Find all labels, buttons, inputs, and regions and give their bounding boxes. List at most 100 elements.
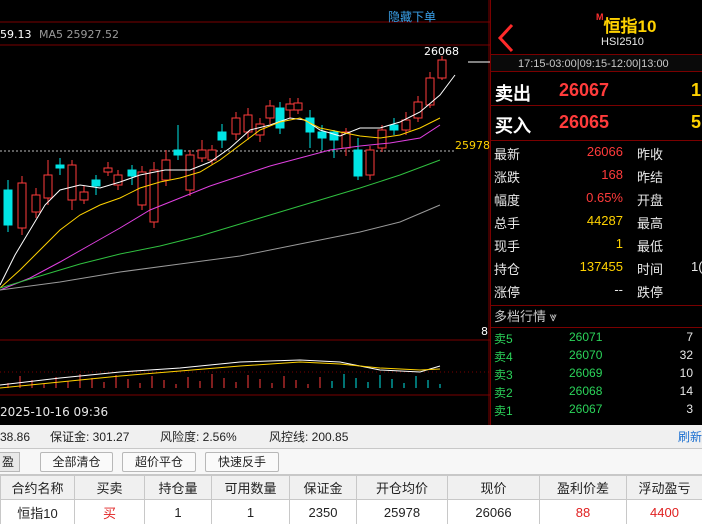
column-header[interactable]: 现价 xyxy=(447,475,540,500)
column-header[interactable]: 合约名称 xyxy=(0,475,75,500)
ask-price: 26067 xyxy=(559,80,610,100)
depth-row[interactable]: 卖1 26067 3 xyxy=(491,400,702,418)
bid-label: 买入 xyxy=(495,116,531,136)
quote-stat-row: 最新 26066 昨收 xyxy=(491,141,702,164)
ma-line-yellow xyxy=(0,117,441,289)
up-candle xyxy=(413,101,423,119)
position-row[interactable]: 恒指10 买 1 1 2350 25978 26066 88 4400 xyxy=(0,499,702,524)
stat-label-2: 开盘 xyxy=(637,193,664,208)
depth-row[interactable]: 卖5 26071 7 xyxy=(491,328,702,346)
depth-price: 26067 xyxy=(569,402,603,416)
position-cell: 4400 xyxy=(626,499,702,524)
over-price-close-button[interactable]: 超价平仓 xyxy=(122,452,196,472)
column-header[interactable]: 买卖 xyxy=(74,475,145,500)
depth-row[interactable]: 卖2 26068 14 xyxy=(491,382,702,400)
contract-title: M恒指10 xyxy=(596,12,656,37)
up-candle xyxy=(43,174,53,199)
up-candle xyxy=(185,154,195,191)
refresh-link[interactable]: 刷新 xyxy=(678,425,702,449)
position-cell: 1 xyxy=(211,499,290,524)
stat-label-2: 昨收 xyxy=(637,147,664,162)
bid-row[interactable]: 买入 26065 5 xyxy=(491,108,702,138)
down-candle xyxy=(173,149,183,156)
column-header[interactable]: 持仓量 xyxy=(144,475,212,500)
column-header[interactable]: 保证金 xyxy=(289,475,357,500)
column-header[interactable]: 开仓均价 xyxy=(356,475,448,500)
back-chevron-icon[interactable] xyxy=(495,22,517,54)
stat-label: 总手 xyxy=(494,216,521,231)
bid-volume: 5 xyxy=(691,112,702,132)
up-candle xyxy=(231,117,241,135)
market-depth-toggle[interactable]: 多档行情 ⩔ xyxy=(491,305,702,327)
depth-level: 卖1 xyxy=(494,404,513,418)
risk-control-line: 风控线: 200.85 xyxy=(269,430,349,444)
down-candle xyxy=(353,149,363,177)
column-header[interactable]: 浮动盈亏 xyxy=(626,475,702,500)
tab-positions[interactable]: 盈 xyxy=(0,452,20,472)
main-contract-mark: M xyxy=(596,12,604,22)
stat-label: 持仓 xyxy=(494,262,521,277)
quick-reverse-button[interactable]: 快速反手 xyxy=(205,452,279,472)
margin-summary: 保证金: 301.27 xyxy=(50,430,130,444)
stat-value-2: 1( xyxy=(691,259,702,274)
stat-label-2: 最低 xyxy=(637,239,664,254)
down-candle xyxy=(275,107,285,129)
chart-canvas: 25978260688 xyxy=(0,0,490,425)
account-positions-panel: 38.86 保证金: 301.27 风险度: 2.56% 风控线: 200.85… xyxy=(0,425,702,524)
quote-stats: 最新 26066 昨收 涨跌 168 昨结 幅度 0.65% 开盘 总手 44287 最高 现手 1 最低持… xyxy=(491,140,702,302)
ask-volume: 1 xyxy=(691,80,702,100)
stat-value: 0.65% xyxy=(586,190,623,205)
stat-label: 最新 xyxy=(494,147,521,162)
position-toolbar: 盈 全部清仓 超价平仓 快速反手 xyxy=(0,449,702,475)
up-candle xyxy=(31,194,41,213)
quote-panel: M恒指10 HSI2510 17:15-03:00|09:15-12:00|13… xyxy=(490,0,702,425)
up-candle xyxy=(197,149,207,159)
column-header[interactable]: 可用数量 xyxy=(211,475,290,500)
stat-label: 涨停 xyxy=(494,285,521,300)
up-candle xyxy=(365,149,375,176)
close-all-button[interactable]: 全部清仓 xyxy=(40,452,113,472)
positions-table: 合约名称 买卖 持仓量 可用数量 保证金 开仓均价 现价 盈利价差 浮动盈亏 恒指10 买 1 1 23… xyxy=(0,475,702,524)
trading-hours: 17:15-03:00|09:15-12:00|13:00 xyxy=(491,54,702,72)
stat-value: 137455 xyxy=(579,259,623,274)
quote-stat-row: 现手 1 最低 xyxy=(491,233,702,256)
depth-row[interactable]: 卖3 26069 10 xyxy=(491,364,702,382)
stat-label-2: 最高 xyxy=(637,216,664,231)
position-cell: 88 xyxy=(539,499,627,524)
column-header[interactable]: 盈利价差 xyxy=(539,475,627,500)
bid-price: 26065 xyxy=(559,112,610,132)
down-candle xyxy=(3,189,13,226)
down-candle xyxy=(55,164,65,169)
quote-stat-row: 涨停 -- 跌停 xyxy=(491,279,702,302)
depth-level: 卖2 xyxy=(494,386,513,400)
depth-volume: 14 xyxy=(679,384,693,398)
stat-value: 44287 xyxy=(586,213,623,228)
stat-label: 幅度 xyxy=(494,193,521,208)
quote-stat-row: 持仓 137455 时间 1( xyxy=(491,256,702,279)
market-depth-list: 卖5 26071 7 卖4 26070 32 卖3 26069 10 卖2 26068 14 卖1 260… xyxy=(491,327,702,418)
up-candle xyxy=(265,105,275,119)
up-candle xyxy=(437,59,447,79)
candlestick-chart[interactable]: 25978 26068 8 隐藏下单 59.13 MA5 25927.52 2025… xyxy=(0,0,490,425)
ask-label: 卖出 xyxy=(495,84,531,104)
quote-stat-row: 幅度 0.65% 开盘 xyxy=(491,187,702,210)
depth-level: 卖3 xyxy=(494,368,513,382)
down-candle xyxy=(217,131,227,141)
account-summary-bar: 38.86 保证金: 301.27 风险度: 2.56% 风控线: 200.85… xyxy=(0,425,702,449)
depth-price: 26070 xyxy=(569,348,603,362)
up-candle xyxy=(103,167,113,173)
depth-row[interactable]: 卖4 26070 32 xyxy=(491,346,702,364)
position-cell: 25978 xyxy=(356,499,448,524)
depth-price: 26068 xyxy=(569,384,603,398)
depth-level: 卖4 xyxy=(494,350,513,364)
depth-price: 26069 xyxy=(569,366,603,380)
down-candle xyxy=(389,124,399,131)
position-cell: 恒指10 xyxy=(0,499,75,524)
up-candle xyxy=(377,129,387,149)
last-bar-datetime: 2025-10-16 09:36 xyxy=(0,405,109,419)
ask-row[interactable]: 卖出 26067 1 xyxy=(491,76,702,106)
down-candle xyxy=(127,169,137,177)
contract-code: HSI2510 xyxy=(601,36,644,48)
hide-order-button[interactable]: 隐藏下单 xyxy=(388,8,436,25)
up-candle xyxy=(67,164,77,201)
